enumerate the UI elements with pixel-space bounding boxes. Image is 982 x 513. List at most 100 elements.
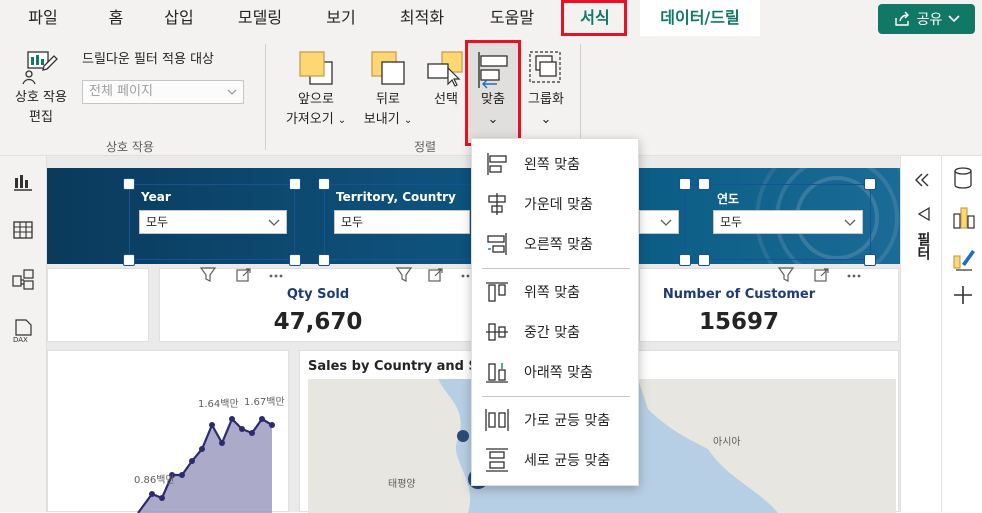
resize-handle[interactable] bbox=[318, 254, 330, 266]
area-chart-visual[interactable]: 1.64백만 1.67백만 0.86백만 bbox=[47, 350, 289, 513]
map-title: Sales by Country and Sub bbox=[308, 359, 497, 374]
chevron-down-icon: ⌄ bbox=[403, 115, 413, 126]
group-label-interaction: 상호 작용 bbox=[106, 140, 154, 154]
group-icon bbox=[529, 51, 561, 83]
plus-icon[interactable] bbox=[952, 284, 974, 306]
tab-data-drill[interactable]: 데이터/드릴 bbox=[640, 0, 760, 36]
menu-item-align-middle[interactable]: 중간 맞춤 bbox=[472, 313, 640, 351]
align-left-icon bbox=[487, 153, 507, 175]
resize-handle[interactable] bbox=[864, 178, 876, 190]
menu-item-align-right[interactable]: 오른쪽 맞춤 bbox=[472, 225, 640, 263]
report-view-icon[interactable] bbox=[12, 172, 34, 192]
share-icon bbox=[894, 11, 909, 26]
menu-item-label: 가운데 맞춤 bbox=[524, 197, 593, 213]
chevron-down-icon: ⌄ bbox=[337, 115, 347, 126]
chevron-down-icon bbox=[948, 15, 960, 23]
resize-handle[interactable] bbox=[289, 254, 301, 266]
slicer-hidden-dropdown[interactable] bbox=[639, 210, 679, 234]
card-qty-sold-value: 47,670 bbox=[273, 309, 363, 335]
tab-insert[interactable]: 삽입 bbox=[154, 0, 204, 36]
share-button[interactable]: 공유 bbox=[878, 4, 975, 34]
share-label: 공유 bbox=[916, 12, 943, 28]
align-middle-icon bbox=[486, 323, 508, 341]
bring-forward-label-1: 앞으로 bbox=[298, 92, 334, 107]
ribbon-divider bbox=[265, 44, 266, 150]
menu-item-align-top[interactable]: 위쪽 맞춤 bbox=[472, 273, 640, 311]
chevron-down-icon: ⌄ bbox=[540, 112, 552, 127]
format-visual-icon[interactable] bbox=[952, 246, 976, 272]
resize-handle[interactable] bbox=[289, 178, 301, 190]
menu-divider bbox=[482, 396, 630, 397]
menu-item-label: 중간 맞춤 bbox=[524, 325, 580, 341]
edit-interactions-label-1: 상호 작용 bbox=[15, 90, 67, 105]
menu-item-label: 위쪽 맞춤 bbox=[524, 285, 580, 301]
resize-handle[interactable] bbox=[679, 178, 691, 190]
card-customers-value: 15697 bbox=[698, 309, 780, 335]
tab-file[interactable]: 파일 bbox=[18, 0, 68, 36]
resize-handle[interactable] bbox=[123, 254, 135, 266]
right-pane-bar: 필터 bbox=[900, 156, 982, 512]
bring-forward-label-2: 가져오기 bbox=[285, 112, 334, 127]
menu-item-distribute-vertical[interactable]: 세로 균등 맞춤 bbox=[472, 441, 640, 479]
menu-item-align-bottom[interactable]: 아래쪽 맞춤 bbox=[472, 353, 640, 391]
tab-modeling[interactable]: 모델링 bbox=[228, 0, 292, 36]
visualizations-icon[interactable] bbox=[952, 204, 976, 230]
area-chart-plot bbox=[137, 416, 275, 513]
chevron-down-icon bbox=[227, 89, 237, 95]
tab-home[interactable]: 홈 bbox=[96, 0, 136, 36]
menu-item-distribute-horizontal[interactable]: 가로 균등 맞춤 bbox=[472, 401, 640, 439]
bring-forward-button[interactable] bbox=[296, 48, 336, 88]
model-view-icon[interactable] bbox=[11, 268, 35, 290]
ribbon-divider bbox=[580, 44, 581, 150]
tab-help[interactable]: 도움말 bbox=[480, 0, 544, 36]
edit-interactions-button[interactable] bbox=[20, 48, 62, 88]
svg-text:DAX: DAX bbox=[13, 336, 28, 344]
resize-handle[interactable] bbox=[679, 254, 691, 266]
data-icon[interactable] bbox=[952, 166, 974, 190]
right-icon-column bbox=[941, 156, 982, 512]
menu-item-label: 세로 균등 맞춤 bbox=[524, 453, 611, 469]
selection-frame-year bbox=[129, 184, 295, 260]
menu-item-align-left[interactable]: 왼쪽 맞춤 bbox=[472, 145, 640, 183]
selection-frame-territory bbox=[324, 184, 474, 260]
group-label-arrange: 정렬 bbox=[413, 140, 437, 154]
send-backward-button[interactable] bbox=[368, 48, 408, 88]
send-backward-label-2: 보내기 bbox=[363, 112, 400, 127]
data-label: 0.86백만 bbox=[134, 475, 175, 486]
tab-optimize[interactable]: 최적화 bbox=[390, 0, 454, 36]
align-top-icon bbox=[486, 282, 508, 302]
left-view-bar: DAX bbox=[0, 156, 47, 512]
resize-handle[interactable] bbox=[864, 254, 876, 266]
edit-interactions-label-2: 편집 bbox=[29, 110, 53, 125]
bring-forward-label-2-wrap: 가져오기 ⌄ bbox=[278, 110, 354, 131]
group-button[interactable] bbox=[526, 48, 566, 88]
card-left[interactable] bbox=[47, 268, 149, 342]
group-label: 그룹화 bbox=[528, 92, 564, 107]
menu-item-label: 왼쪽 맞춤 bbox=[524, 157, 580, 173]
dax-query-view-icon[interactable]: DAX bbox=[11, 318, 35, 344]
resize-handle[interactable] bbox=[123, 178, 135, 190]
filter-pane-label[interactable]: 필터 bbox=[913, 232, 933, 260]
align-dropdown-menu: 왼쪽 맞춤 가운데 맞춤 오른쪽 맞춤 위쪽 맞춤 중간 맞춤 아래쪽 맞춤 가… bbox=[471, 138, 639, 486]
send-backward-icon bbox=[371, 51, 405, 85]
tab-view[interactable]: 보기 bbox=[316, 0, 366, 36]
menu-item-align-center[interactable]: 가운데 맞춤 bbox=[472, 185, 640, 223]
resize-handle[interactable] bbox=[698, 254, 710, 266]
distribute-vertical-icon bbox=[486, 448, 508, 472]
selection-label: 선택 bbox=[434, 92, 458, 107]
table-view-icon[interactable] bbox=[12, 220, 34, 240]
align-right-icon bbox=[487, 233, 507, 255]
resize-handle[interactable] bbox=[318, 178, 330, 190]
drilldown-filter-label: 드릴다운 필터 적용 대상 bbox=[82, 52, 214, 67]
map-label-pacific: 태평양 bbox=[388, 479, 416, 490]
visual-header-icons bbox=[777, 267, 861, 282]
menu-item-label: 오른쪽 맞춤 bbox=[524, 237, 593, 253]
selection-frame-yeon bbox=[685, 184, 871, 260]
drilldown-filter-select: 전체 페이지 bbox=[82, 80, 244, 104]
selection-icon bbox=[427, 51, 463, 87]
menu-divider bbox=[482, 268, 630, 269]
selection-pane-button[interactable] bbox=[426, 48, 466, 88]
resize-handle[interactable] bbox=[698, 178, 710, 190]
send-backward-label-2-wrap: 보내기 ⌄ bbox=[356, 110, 420, 131]
collapse-chevrons-icon[interactable] bbox=[913, 172, 931, 188]
